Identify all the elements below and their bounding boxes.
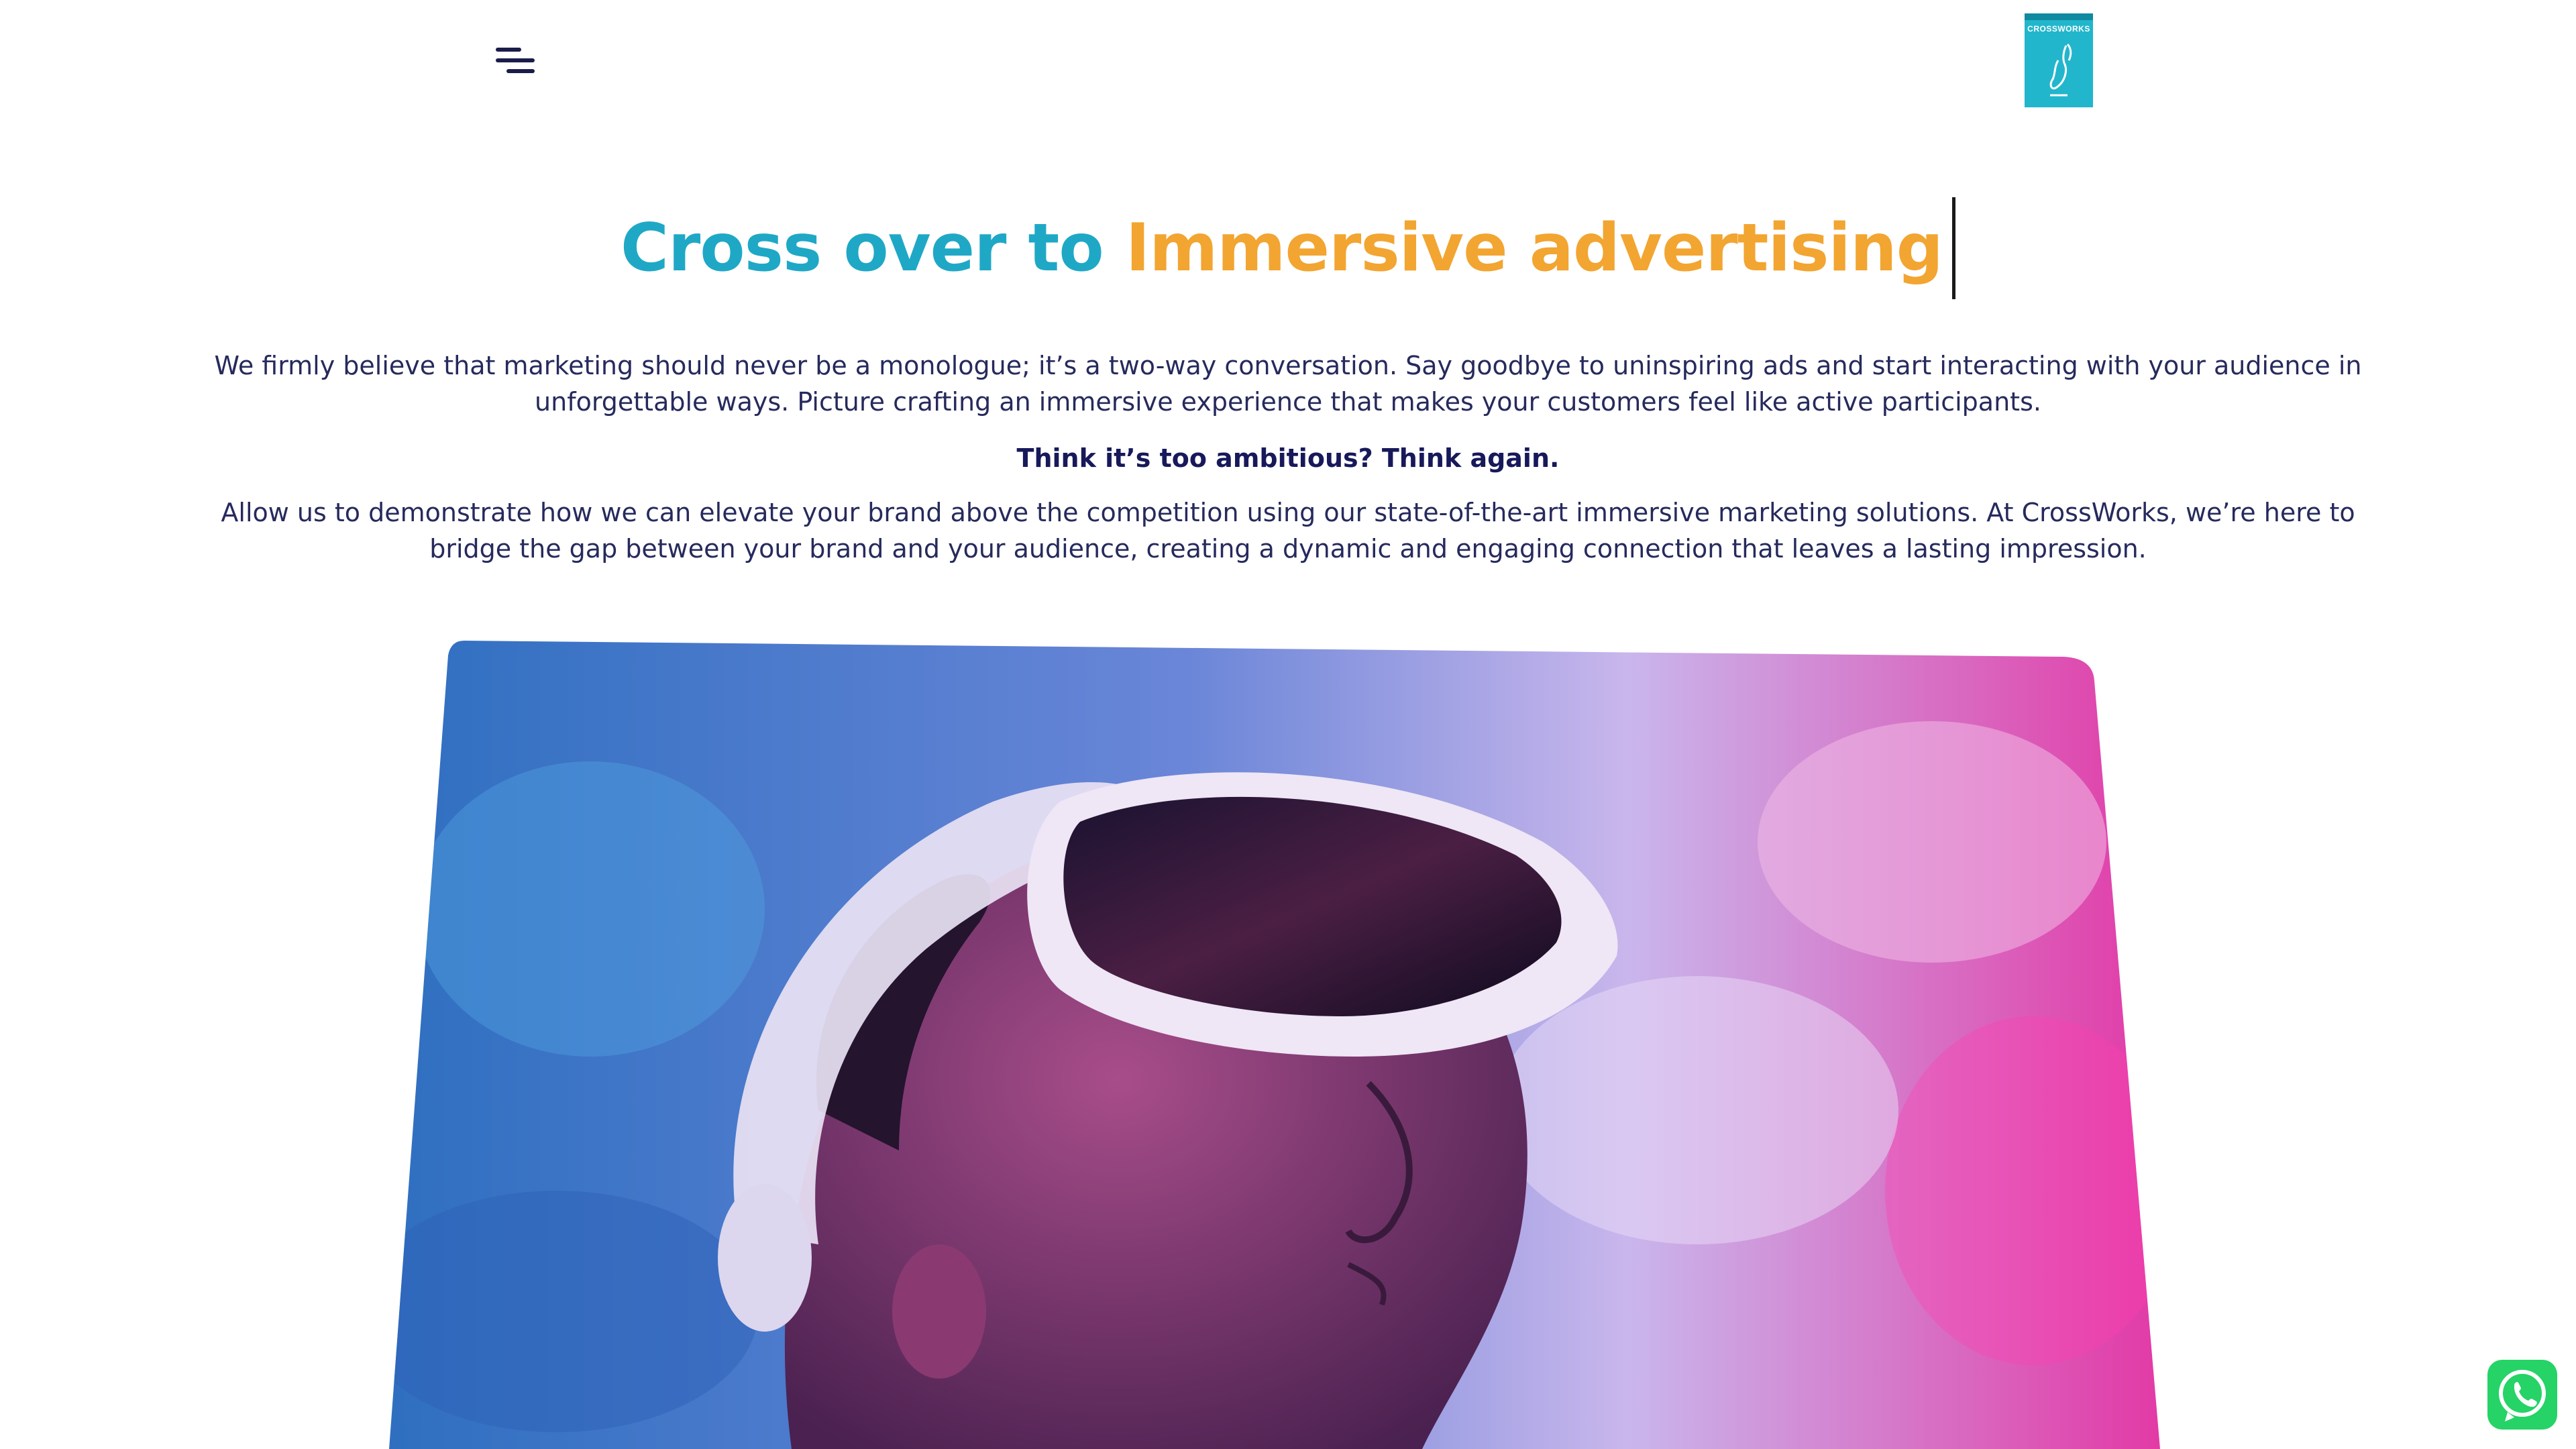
- headline-part1: Cross over to: [621, 210, 1104, 286]
- hamburger-line: [496, 58, 535, 62]
- whatsapp-button[interactable]: [2487, 1360, 2557, 1430]
- text-caret: [1951, 197, 1955, 300]
- intro-paragraph: We firmly believe that marketing should …: [214, 351, 2362, 417]
- tagline: Think it’s too ambitious? Think again.: [1016, 443, 1560, 473]
- description-paragraph: Allow us to demonstrate how we can eleva…: [221, 498, 2355, 564]
- crossworks-logo[interactable]: CROSSWORKS: [2025, 13, 2093, 107]
- headline-part2: Immersive advertising: [1125, 210, 1943, 286]
- hero-headline: Cross over to Immersive advertising: [0, 197, 2576, 303]
- whatsapp-icon: [2499, 1370, 2546, 1421]
- hamburger-line: [506, 69, 535, 73]
- vr-hero-image: [389, 641, 2160, 1449]
- logo-figure-icon: [2049, 43, 2072, 97]
- hamburger-menu-icon: [496, 48, 521, 52]
- menu-button[interactable]: [493, 46, 537, 75]
